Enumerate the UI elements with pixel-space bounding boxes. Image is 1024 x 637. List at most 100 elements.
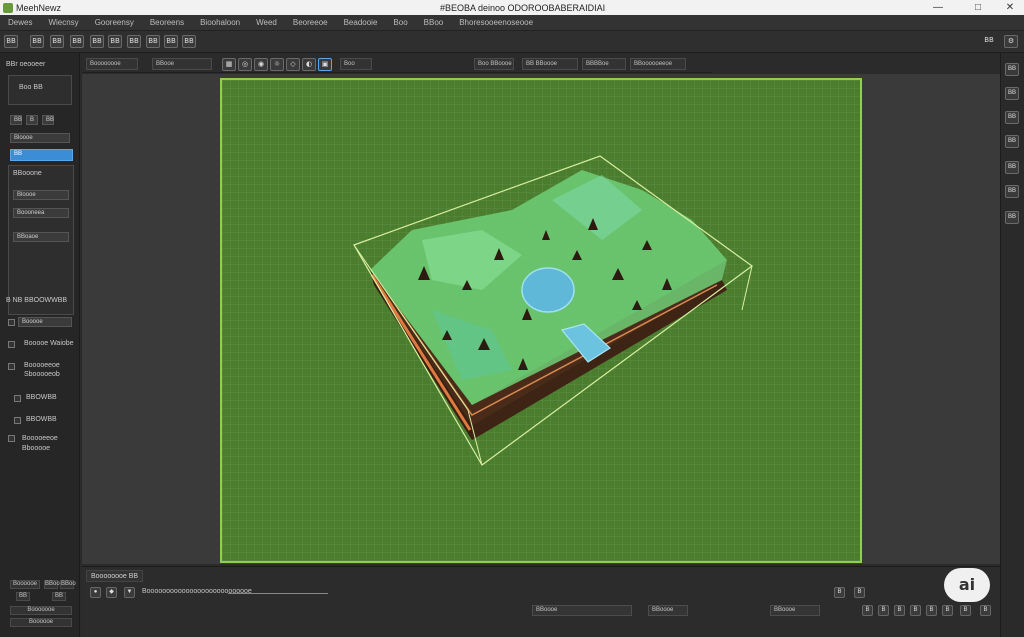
timeline-field[interactable]: BBoooe bbox=[770, 605, 820, 616]
key-icon[interactable]: ◆ bbox=[106, 587, 117, 598]
selected-item[interactable]: BB bbox=[10, 149, 73, 161]
snap-icon[interactable]: ◎ bbox=[238, 58, 252, 71]
bottom-cell[interactable]: BB bbox=[16, 592, 30, 601]
properties-box: BBooone Bloooe Boooneea BBoaoe bbox=[8, 165, 74, 315]
viewport-field[interactable]: Boo BBoooe bbox=[474, 58, 514, 70]
tool-checkbox[interactable] bbox=[14, 395, 21, 402]
terrain-model[interactable] bbox=[222, 80, 860, 561]
shading-icon[interactable]: ◐ bbox=[302, 58, 316, 71]
bottom-cell[interactable]: Boooooe bbox=[10, 580, 40, 589]
toolbar-button[interactable]: BB bbox=[164, 35, 178, 48]
menu-item[interactable]: Wiecnsy bbox=[40, 18, 86, 27]
light-icon[interactable]: ☼ bbox=[270, 58, 284, 71]
menu-item[interactable]: Beoreens bbox=[142, 18, 192, 27]
tools-header: B NB BBOOWWBB bbox=[6, 297, 68, 304]
menu-item[interactable]: Weed bbox=[248, 18, 285, 27]
side-tool-button[interactable]: BB bbox=[1005, 87, 1019, 100]
3d-viewport-canvas[interactable] bbox=[220, 78, 862, 563]
settings-icon[interactable]: ⚙ bbox=[1004, 35, 1018, 48]
viewport-field[interactable]: Boooooooe bbox=[86, 58, 138, 70]
toolbar-button[interactable]: BB bbox=[4, 35, 18, 48]
settings-button[interactable]: B bbox=[980, 605, 991, 616]
bottom-cell[interactable]: BBoo bbox=[60, 580, 76, 589]
toolbar-button[interactable]: BB bbox=[182, 35, 196, 48]
menu-item[interactable]: Gooreensy bbox=[87, 18, 142, 27]
bottom-cell[interactable]: Boooooe bbox=[10, 618, 72, 627]
panel-tab[interactable]: B bbox=[26, 115, 38, 125]
key-next-button[interactable]: B bbox=[960, 605, 971, 616]
main-toolbar: BB BB BB BB BB BB BB BB BB BB BB ⚙ bbox=[0, 31, 1024, 53]
close-button[interactable]: ✕ bbox=[998, 0, 1022, 15]
panel-tab[interactable]: BB bbox=[10, 115, 22, 125]
tool-checkbox[interactable] bbox=[8, 363, 15, 370]
wireframe-icon[interactable]: ◇ bbox=[286, 58, 300, 71]
step-forward-button[interactable]: B bbox=[910, 605, 921, 616]
side-tool-button[interactable]: BB bbox=[1005, 161, 1019, 174]
panel-field[interactable]: Bloooe bbox=[10, 133, 70, 143]
menu-item[interactable]: Dewes bbox=[0, 18, 40, 27]
toolbar-button[interactable]: BB bbox=[108, 35, 122, 48]
pause-button[interactable]: B bbox=[878, 605, 889, 616]
viewport-field[interactable]: BB BBoooe bbox=[522, 58, 578, 70]
minimize-button[interactable]: — bbox=[926, 0, 950, 15]
tool-row[interactable]: Booooeeoe Bbooooe bbox=[22, 434, 68, 454]
panel-tab[interactable]: BB bbox=[42, 115, 54, 125]
toolbar-button[interactable]: BB bbox=[30, 35, 44, 48]
side-tool-button[interactable]: BB bbox=[1005, 63, 1019, 76]
select-icon[interactable]: ▣ bbox=[318, 58, 332, 71]
record-icon[interactable]: ● bbox=[90, 587, 101, 598]
ai-watermark-badge: ai bbox=[944, 568, 990, 602]
menu-item[interactable]: BBoo bbox=[416, 18, 452, 27]
grid-icon[interactable]: ▦ bbox=[222, 58, 236, 71]
viewport-field[interactable]: Boo bbox=[340, 58, 372, 70]
play-back-button[interactable]: B bbox=[834, 587, 845, 598]
camera-icon[interactable]: ◉ bbox=[254, 58, 268, 71]
step-back-button[interactable]: B bbox=[854, 587, 865, 598]
panel-header: BBr oeooeer bbox=[6, 61, 46, 68]
timeline-tab[interactable]: Boooooooe BB bbox=[86, 570, 144, 582]
viewport-field[interactable]: BBooe bbox=[152, 58, 212, 70]
menu-item[interactable]: Bioohaloon bbox=[192, 18, 248, 27]
timeline-field[interactable]: BBoooe bbox=[532, 605, 632, 616]
toolbar-button[interactable]: BB bbox=[127, 35, 141, 48]
menu-item[interactable]: Bhoresooeenoseooe bbox=[451, 18, 541, 27]
filter-icon[interactable]: ▼ bbox=[124, 587, 135, 598]
toolbar-label: BB bbox=[984, 36, 994, 44]
side-tool-button[interactable]: BB bbox=[1005, 185, 1019, 198]
tool-checkbox[interactable] bbox=[8, 435, 15, 442]
loop-button[interactable]: B bbox=[926, 605, 937, 616]
tool-row[interactable]: BBOWBB bbox=[26, 416, 57, 423]
tool-checkbox[interactable] bbox=[8, 319, 15, 326]
tool-checkbox[interactable] bbox=[8, 341, 15, 348]
toolbar-button[interactable]: BB bbox=[70, 35, 84, 48]
stop-button[interactable]: B bbox=[894, 605, 905, 616]
timeline-field[interactable]: BBoooe bbox=[648, 605, 688, 616]
tool-row[interactable]: Booooeeoe Sbooooeob bbox=[24, 361, 68, 379]
side-tool-button[interactable]: BB bbox=[1005, 111, 1019, 124]
viewport-field[interactable]: BBoooooeeoe bbox=[630, 58, 686, 70]
side-tool-button[interactable]: BB bbox=[1005, 135, 1019, 148]
app-name: MeehNewz bbox=[16, 2, 62, 13]
tool-checkbox[interactable] bbox=[14, 417, 21, 424]
tool-row[interactable]: BBOWBB bbox=[26, 394, 57, 401]
play-button[interactable]: B bbox=[862, 605, 873, 616]
toolbar-button[interactable]: BB bbox=[90, 35, 104, 48]
tool-row[interactable]: Booooe Waiobe bbox=[24, 340, 74, 347]
key-prev-button[interactable]: B bbox=[942, 605, 953, 616]
toolbar-button[interactable]: BB bbox=[146, 35, 160, 48]
menu-item[interactable]: Beadooie bbox=[336, 18, 386, 27]
property-field[interactable]: Bloooe bbox=[13, 190, 69, 200]
bottom-cell[interactable]: Booooooe bbox=[10, 606, 72, 615]
viewport-field[interactable]: BBBBoe bbox=[582, 58, 626, 70]
property-field[interactable]: BBoaoe bbox=[13, 232, 69, 242]
bottom-cell[interactable]: BBoo bbox=[44, 580, 60, 589]
bottom-cell[interactable]: BB bbox=[52, 592, 66, 601]
menu-item[interactable]: Boo bbox=[385, 18, 415, 27]
tool-row[interactable]: Booooe bbox=[18, 317, 72, 327]
side-tool-button[interactable]: BB bbox=[1005, 211, 1019, 224]
timeline-track[interactable] bbox=[228, 593, 328, 594]
property-field[interactable]: Boooneea bbox=[13, 208, 69, 218]
menu-item[interactable]: Beoreeoe bbox=[285, 18, 336, 27]
toolbar-button[interactable]: BB bbox=[50, 35, 64, 48]
maximize-button[interactable]: □ bbox=[966, 0, 990, 15]
